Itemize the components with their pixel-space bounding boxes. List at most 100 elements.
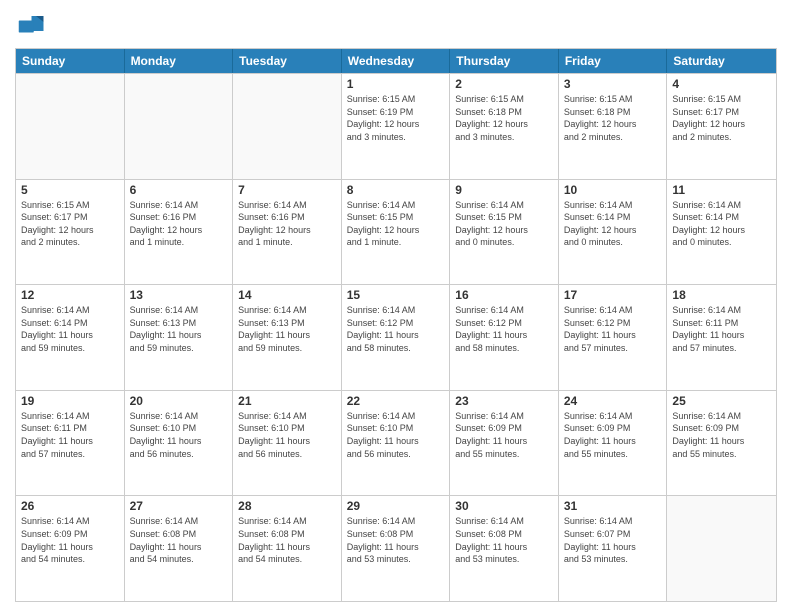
day-number: 8	[347, 183, 445, 197]
day-cell-3: 3 Sunrise: 6:15 AM Sunset: 6:18 PM Daylig…	[559, 74, 668, 179]
day-cell-17: 17 Sunrise: 6:14 AM Sunset: 6:12 PM Dayli…	[559, 285, 668, 390]
day-number: 6	[130, 183, 228, 197]
day-number: 24	[564, 394, 662, 408]
empty-cell	[125, 74, 234, 179]
empty-cell	[233, 74, 342, 179]
day-info: Sunrise: 6:14 AM Sunset: 6:16 PM Dayligh…	[130, 199, 228, 249]
day-cell-8: 8 Sunrise: 6:14 AM Sunset: 6:15 PM Daylig…	[342, 180, 451, 285]
day-info: Sunrise: 6:14 AM Sunset: 6:13 PM Dayligh…	[130, 304, 228, 354]
day-info: Sunrise: 6:14 AM Sunset: 6:10 PM Dayligh…	[347, 410, 445, 460]
day-info: Sunrise: 6:14 AM Sunset: 6:14 PM Dayligh…	[564, 199, 662, 249]
day-info: Sunrise: 6:14 AM Sunset: 6:08 PM Dayligh…	[130, 515, 228, 565]
day-number: 23	[455, 394, 553, 408]
day-cell-5: 5 Sunrise: 6:15 AM Sunset: 6:17 PM Daylig…	[16, 180, 125, 285]
day-info: Sunrise: 6:14 AM Sunset: 6:09 PM Dayligh…	[564, 410, 662, 460]
day-number: 11	[672, 183, 771, 197]
day-info: Sunrise: 6:15 AM Sunset: 6:17 PM Dayligh…	[21, 199, 119, 249]
day-cell-11: 11Sunrise: 6:14 AM Sunset: 6:14 PM Dayli…	[667, 180, 776, 285]
day-cell-24: 24 Sunrise: 6:14 AM Sunset: 6:09 PM Dayli…	[559, 391, 668, 496]
day-cell-25: 25Sunrise: 6:14 AM Sunset: 6:09 PM Dayli…	[667, 391, 776, 496]
day-info: Sunrise: 6:14 AM Sunset: 6:09 PM Dayligh…	[455, 410, 553, 460]
day-number: 4	[672, 77, 771, 91]
day-info: Sunrise: 6:14 AM Sunset: 6:12 PM Dayligh…	[455, 304, 553, 354]
day-cell-31: 31 Sunrise: 6:14 AM Sunset: 6:07 PM Dayli…	[559, 496, 668, 601]
header-day-sunday: Sunday	[16, 49, 125, 73]
logo-icon	[15, 10, 45, 40]
day-info: Sunrise: 6:14 AM Sunset: 6:15 PM Dayligh…	[347, 199, 445, 249]
day-number: 21	[238, 394, 336, 408]
header	[15, 10, 777, 40]
day-cell-26: 26 Sunrise: 6:14 AM Sunset: 6:09 PM Dayli…	[16, 496, 125, 601]
day-cell-4: 4 Sunrise: 6:15 AM Sunset: 6:17 PM Daylig…	[667, 74, 776, 179]
day-number: 15	[347, 288, 445, 302]
empty-cell	[667, 496, 776, 601]
day-number: 16	[455, 288, 553, 302]
day-info: Sunrise: 6:14 AM Sunset: 6:12 PM Dayligh…	[347, 304, 445, 354]
day-info: Sunrise: 6:14 AM Sunset: 6:08 PM Dayligh…	[347, 515, 445, 565]
day-number: 12	[21, 288, 119, 302]
day-number: 19	[21, 394, 119, 408]
day-number: 29	[347, 499, 445, 513]
header-day-saturday: Saturday	[667, 49, 776, 73]
day-number: 9	[455, 183, 553, 197]
day-info: Sunrise: 6:15 AM Sunset: 6:19 PM Dayligh…	[347, 93, 445, 143]
day-cell-14: 14 Sunrise: 6:14 AM Sunset: 6:13 PM Dayli…	[233, 285, 342, 390]
day-cell-23: 23 Sunrise: 6:14 AM Sunset: 6:09 PM Dayli…	[450, 391, 559, 496]
logo	[15, 10, 49, 40]
day-cell-12: 12Sunrise: 6:14 AM Sunset: 6:14 PM Dayli…	[16, 285, 125, 390]
header-day-thursday: Thursday	[450, 49, 559, 73]
header-day-wednesday: Wednesday	[342, 49, 451, 73]
header-day-friday: Friday	[559, 49, 668, 73]
day-number: 26	[21, 499, 119, 513]
day-info: Sunrise: 6:15 AM Sunset: 6:18 PM Dayligh…	[455, 93, 553, 143]
calendar-body: 1 Sunrise: 6:15 AM Sunset: 6:19 PM Daylig…	[16, 73, 776, 601]
day-cell-27: 27Sunrise: 6:14 AM Sunset: 6:08 PM Dayli…	[125, 496, 234, 601]
calendar-row-0: 1 Sunrise: 6:15 AM Sunset: 6:19 PM Daylig…	[16, 73, 776, 179]
day-cell-29: 29 Sunrise: 6:14 AM Sunset: 6:08 PM Dayli…	[342, 496, 451, 601]
day-cell-6: 6 Sunrise: 6:14 AM Sunset: 6:16 PM Daylig…	[125, 180, 234, 285]
calendar-header: SundayMondayTuesdayWednesdayThursdayFrid…	[16, 49, 776, 73]
day-cell-9: 9Sunrise: 6:14 AM Sunset: 6:15 PM Daylig…	[450, 180, 559, 285]
day-cell-2: 2 Sunrise: 6:15 AM Sunset: 6:18 PM Daylig…	[450, 74, 559, 179]
day-cell-18: 18 Sunrise: 6:14 AM Sunset: 6:11 PM Dayli…	[667, 285, 776, 390]
day-info: Sunrise: 6:15 AM Sunset: 6:18 PM Dayligh…	[564, 93, 662, 143]
header-day-monday: Monday	[125, 49, 234, 73]
empty-cell	[16, 74, 125, 179]
day-cell-19: 19Sunrise: 6:14 AM Sunset: 6:11 PM Dayli…	[16, 391, 125, 496]
day-cell-30: 30Sunrise: 6:14 AM Sunset: 6:08 PM Dayli…	[450, 496, 559, 601]
calendar-row-1: 5 Sunrise: 6:15 AM Sunset: 6:17 PM Daylig…	[16, 179, 776, 285]
day-number: 13	[130, 288, 228, 302]
day-number: 1	[347, 77, 445, 91]
day-cell-22: 22Sunrise: 6:14 AM Sunset: 6:10 PM Dayli…	[342, 391, 451, 496]
day-cell-1: 1 Sunrise: 6:15 AM Sunset: 6:19 PM Daylig…	[342, 74, 451, 179]
calendar-row-2: 12Sunrise: 6:14 AM Sunset: 6:14 PM Dayli…	[16, 284, 776, 390]
day-cell-10: 10 Sunrise: 6:14 AM Sunset: 6:14 PM Dayli…	[559, 180, 668, 285]
day-cell-16: 16 Sunrise: 6:14 AM Sunset: 6:12 PM Dayli…	[450, 285, 559, 390]
day-cell-21: 21Sunrise: 6:14 AM Sunset: 6:10 PM Dayli…	[233, 391, 342, 496]
day-info: Sunrise: 6:14 AM Sunset: 6:09 PM Dayligh…	[21, 515, 119, 565]
day-cell-20: 20Sunrise: 6:14 AM Sunset: 6:10 PM Dayli…	[125, 391, 234, 496]
page: SundayMondayTuesdayWednesdayThursdayFrid…	[0, 0, 792, 612]
day-info: Sunrise: 6:14 AM Sunset: 6:12 PM Dayligh…	[564, 304, 662, 354]
day-number: 3	[564, 77, 662, 91]
day-cell-13: 13 Sunrise: 6:14 AM Sunset: 6:13 PM Dayli…	[125, 285, 234, 390]
day-cell-28: 28 Sunrise: 6:14 AM Sunset: 6:08 PM Dayli…	[233, 496, 342, 601]
day-number: 2	[455, 77, 553, 91]
day-info: Sunrise: 6:14 AM Sunset: 6:13 PM Dayligh…	[238, 304, 336, 354]
calendar-row-3: 19Sunrise: 6:14 AM Sunset: 6:11 PM Dayli…	[16, 390, 776, 496]
day-number: 5	[21, 183, 119, 197]
day-info: Sunrise: 6:14 AM Sunset: 6:16 PM Dayligh…	[238, 199, 336, 249]
day-info: Sunrise: 6:15 AM Sunset: 6:17 PM Dayligh…	[672, 93, 771, 143]
day-number: 31	[564, 499, 662, 513]
day-number: 25	[672, 394, 771, 408]
day-info: Sunrise: 6:14 AM Sunset: 6:08 PM Dayligh…	[238, 515, 336, 565]
day-number: 18	[672, 288, 771, 302]
day-number: 28	[238, 499, 336, 513]
day-number: 10	[564, 183, 662, 197]
day-number: 17	[564, 288, 662, 302]
day-cell-7: 7Sunrise: 6:14 AM Sunset: 6:16 PM Daylig…	[233, 180, 342, 285]
day-number: 14	[238, 288, 336, 302]
day-info: Sunrise: 6:14 AM Sunset: 6:11 PM Dayligh…	[672, 304, 771, 354]
day-info: Sunrise: 6:14 AM Sunset: 6:07 PM Dayligh…	[564, 515, 662, 565]
calendar-row-4: 26 Sunrise: 6:14 AM Sunset: 6:09 PM Dayli…	[16, 495, 776, 601]
